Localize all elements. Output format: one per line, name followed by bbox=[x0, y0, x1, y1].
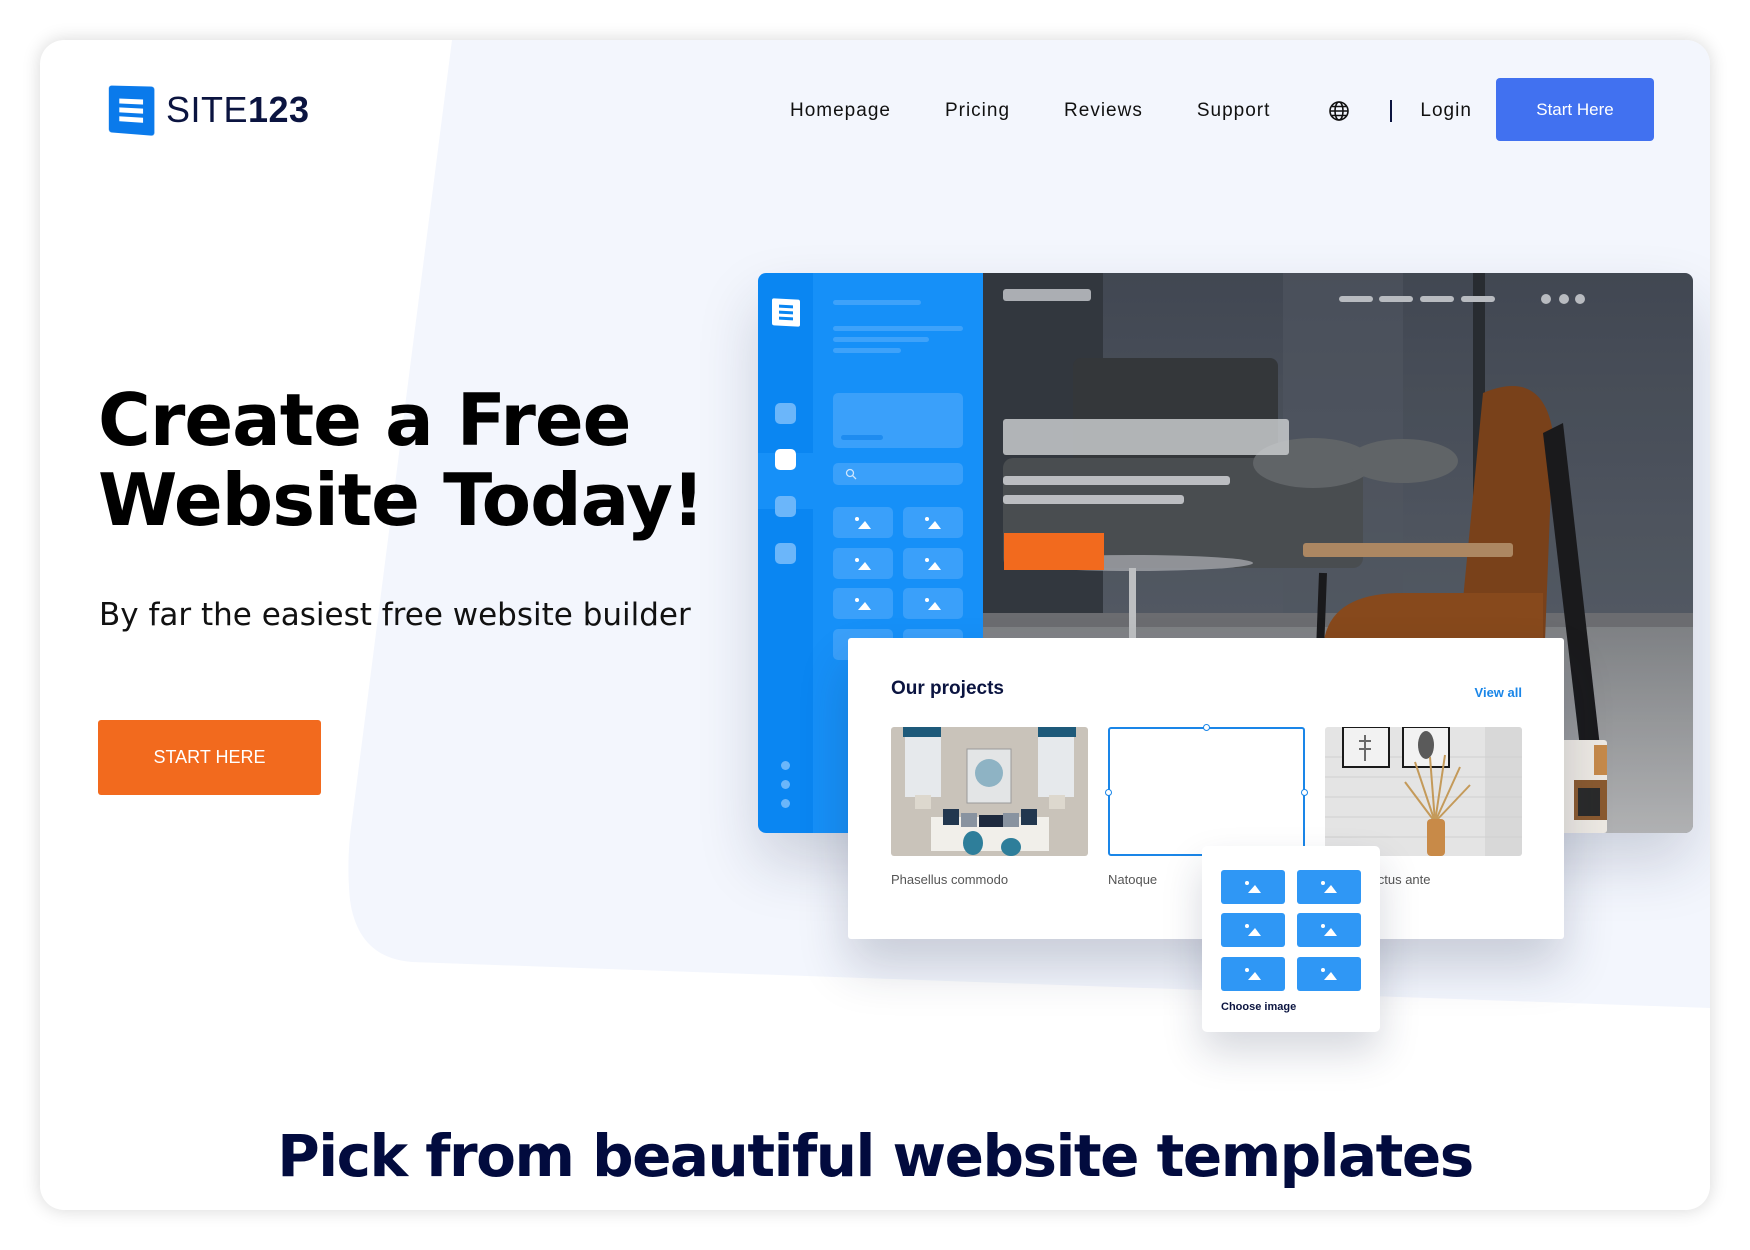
editor-logo-icon bbox=[772, 298, 800, 327]
selected-image-placeholder[interactable] bbox=[1105, 724, 1308, 856]
panel-image-tile bbox=[903, 588, 963, 619]
logo-text-site: SITE bbox=[166, 89, 249, 130]
placeholder-bar bbox=[1420, 296, 1454, 302]
image-icon bbox=[855, 597, 871, 610]
resize-handle[interactable] bbox=[1203, 724, 1210, 731]
globe-icon[interactable] bbox=[1328, 100, 1350, 122]
view-all-link[interactable]: View all bbox=[1475, 685, 1522, 700]
image-option[interactable] bbox=[1297, 913, 1361, 947]
choose-image-popup: Choose image bbox=[1202, 846, 1380, 1032]
image-icon bbox=[1321, 881, 1337, 893]
placeholder-line bbox=[841, 435, 883, 440]
resize-handle[interactable] bbox=[1301, 789, 1308, 796]
placeholder-cta bbox=[1004, 533, 1104, 570]
image-icon bbox=[1321, 924, 1337, 936]
project-caption: Natoque bbox=[1108, 872, 1158, 887]
panel-image-tile bbox=[903, 548, 963, 579]
placeholder-card bbox=[833, 393, 963, 448]
placeholder-bar bbox=[1003, 289, 1091, 301]
image-icon bbox=[1245, 968, 1261, 980]
image-icon bbox=[1321, 968, 1337, 980]
project-thumbnail-living-room[interactable] bbox=[891, 727, 1088, 856]
image-icon bbox=[925, 557, 941, 570]
panel-image-tile bbox=[833, 507, 893, 538]
site-logo[interactable]: SITE123 bbox=[108, 85, 310, 136]
start-here-button[interactable]: Start Here bbox=[1496, 78, 1654, 141]
panel-image-tile bbox=[833, 548, 893, 579]
hero-start-here-button[interactable]: START HERE bbox=[98, 720, 321, 795]
templates-section-title: Pick from beautiful website templates bbox=[277, 1122, 1474, 1190]
nav-divider bbox=[1390, 100, 1393, 122]
placeholder-line bbox=[833, 348, 901, 353]
editor-sidebar-rail bbox=[758, 273, 813, 833]
rail-dot bbox=[781, 799, 790, 808]
project-thumbnail-vase[interactable] bbox=[1325, 727, 1522, 856]
image-icon bbox=[855, 557, 871, 570]
nav-pricing[interactable]: Pricing bbox=[945, 100, 1010, 122]
panel-image-tile bbox=[903, 507, 963, 538]
image-option[interactable] bbox=[1297, 870, 1361, 904]
site123-logo-icon bbox=[108, 85, 155, 136]
hero-title-line-2: Website Today! bbox=[98, 458, 705, 542]
rail-item-active bbox=[775, 449, 796, 470]
image-icon bbox=[925, 516, 941, 529]
placeholder-line bbox=[833, 337, 929, 342]
image-option[interactable] bbox=[1221, 913, 1285, 947]
search-icon bbox=[845, 468, 857, 480]
image-option[interactable] bbox=[1221, 870, 1285, 904]
project-caption: Phasellus commodo bbox=[891, 872, 1009, 887]
rail-dot bbox=[781, 780, 790, 789]
choose-image-label: Choose image bbox=[1221, 1001, 1297, 1013]
resize-handle[interactable] bbox=[1105, 789, 1112, 796]
placeholder-line bbox=[833, 300, 921, 305]
nav-homepage[interactable]: Homepage bbox=[790, 100, 891, 122]
logo-text: SITE123 bbox=[166, 89, 310, 131]
logo-text-123: 123 bbox=[248, 89, 310, 130]
hero-subtitle: By far the easiest free website builder bbox=[99, 597, 691, 633]
image-option[interactable] bbox=[1221, 957, 1285, 991]
login-link[interactable]: Login bbox=[1420, 100, 1472, 122]
rail-dot bbox=[781, 761, 790, 770]
placeholder-bar bbox=[1339, 296, 1373, 302]
projects-title: Our projects bbox=[891, 678, 1004, 699]
placeholder-line bbox=[833, 326, 963, 331]
nav-support[interactable]: Support bbox=[1197, 100, 1271, 122]
panel-search-box bbox=[833, 463, 963, 485]
placeholder-bar bbox=[1379, 296, 1413, 302]
rail-item bbox=[775, 543, 796, 564]
main-nav: Homepage Pricing Reviews Support Login bbox=[790, 96, 1472, 126]
image-icon bbox=[855, 516, 871, 529]
nav-reviews[interactable]: Reviews bbox=[1064, 100, 1143, 122]
hero-title-line-1: Create a Free bbox=[98, 378, 631, 462]
panel-image-tile bbox=[833, 588, 893, 619]
image-icon bbox=[1245, 924, 1261, 936]
rail-item bbox=[775, 496, 796, 517]
rail-item bbox=[775, 403, 796, 424]
hero-title: Create a Free Website Today! bbox=[98, 378, 705, 542]
project-thumbnail-peek bbox=[1564, 740, 1607, 833]
image-icon bbox=[1245, 881, 1261, 893]
page-frame: SITE123 Homepage Pricing Reviews Support… bbox=[40, 40, 1710, 1210]
placeholder-bar bbox=[1461, 296, 1495, 302]
placeholder-headline bbox=[1003, 419, 1289, 455]
image-icon bbox=[925, 597, 941, 610]
image-option[interactable] bbox=[1297, 957, 1361, 991]
